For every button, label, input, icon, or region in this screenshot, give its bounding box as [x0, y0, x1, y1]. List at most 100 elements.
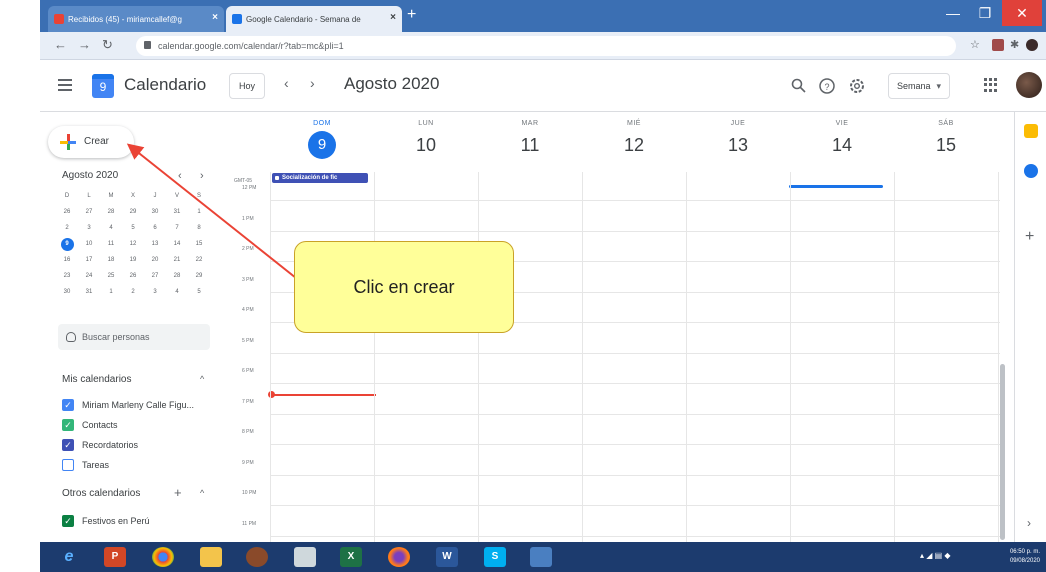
view-select[interactable]: Semana [888, 73, 950, 99]
menu-icon[interactable] [58, 79, 72, 91]
mini-day[interactable]: 20 [144, 254, 166, 267]
checkbox-icon[interactable]: ✓ [62, 419, 74, 431]
search-people-input[interactable]: Buscar personas [58, 324, 210, 350]
create-button[interactable]: Crear [48, 126, 134, 158]
puzzle-icon[interactable]: ✱ [1010, 38, 1019, 52]
tab-gmail[interactable]: Recibidos (45) - miriamcallef@g × [48, 6, 224, 32]
explorer-icon[interactable] [200, 547, 222, 567]
day-number[interactable]: 13 [686, 133, 790, 157]
mini-day[interactable]: 31 [166, 206, 188, 219]
reload-icon[interactable]: ↻ [102, 38, 113, 52]
mini-day[interactable]: 7 [166, 222, 188, 235]
avatar[interactable] [1016, 72, 1042, 98]
checkbox-icon[interactable]: ✓ [62, 399, 74, 411]
mini-day[interactable]: 13 [144, 238, 166, 251]
apps-icon[interactable] [984, 78, 998, 92]
forward-icon[interactable]: → [78, 38, 91, 52]
checkbox-icon[interactable]: ✓ [62, 439, 74, 451]
mini-day[interactable]: 3 [144, 286, 166, 299]
powerpoint-icon[interactable]: P [104, 547, 126, 567]
day-header[interactable]: MIÉ 12 [582, 112, 686, 172]
tab-calendar[interactable]: Google Calendario - Semana de × [226, 6, 402, 32]
mini-day[interactable]: 30 [56, 286, 78, 299]
mini-day[interactable]: 4 [166, 286, 188, 299]
word-icon[interactable]: W [436, 547, 458, 567]
chrome-icon[interactable] [152, 547, 174, 567]
mini-day[interactable]: 26 [122, 270, 144, 283]
day-number[interactable]: 14 [790, 133, 894, 157]
day-number[interactable]: 15 [894, 133, 998, 157]
day-number[interactable]: 11 [478, 133, 582, 157]
add-addon-icon[interactable]: + [1025, 228, 1034, 246]
day-number[interactable]: 9 [308, 131, 336, 159]
browser-menu-icon[interactable]: ⋮ [1042, 38, 1046, 52]
calendar-item[interactable]: ✓ Contacts [62, 418, 118, 432]
mini-day[interactable]: 31 [78, 286, 100, 299]
mini-day[interactable]: 1 [188, 206, 210, 219]
scrollbar[interactable] [1000, 364, 1005, 540]
firefox-icon[interactable] [388, 547, 410, 567]
mini-day[interactable]: 22 [188, 254, 210, 267]
mini-next-icon[interactable]: › [200, 170, 204, 182]
chevron-up-icon[interactable]: ^ [200, 488, 204, 498]
mini-day[interactable]: 9 [60, 238, 74, 251]
close-icon[interactable]: × [390, 12, 396, 23]
mini-day[interactable]: 18 [100, 254, 122, 267]
day-header[interactable]: JUE 13 [686, 112, 790, 172]
mini-day[interactable]: 16 [56, 254, 78, 267]
excel-icon[interactable]: X [340, 547, 362, 567]
profile-icon[interactable] [1026, 39, 1038, 51]
calendar-item[interactable]: ✓ Miriam Marleny Calle Figu... [62, 398, 194, 412]
prev-week-icon[interactable]: ‹ [284, 75, 289, 91]
mini-day[interactable]: 23 [56, 270, 78, 283]
mini-day[interactable]: 29 [188, 270, 210, 283]
mini-day[interactable]: 29 [122, 206, 144, 219]
keep-icon[interactable] [1024, 124, 1038, 138]
mini-day[interactable]: 26 [56, 206, 78, 219]
calendar-item[interactable]: Tareas [62, 458, 109, 472]
mini-day[interactable]: 11 [100, 238, 122, 251]
mini-day[interactable]: 30 [144, 206, 166, 219]
day-number[interactable]: 10 [374, 133, 478, 157]
next-week-icon[interactable]: › [310, 75, 315, 91]
skype-icon[interactable]: S [484, 547, 506, 567]
maximize-button[interactable]: ❐ [972, 0, 998, 26]
today-button[interactable]: Hoy [229, 73, 265, 99]
minimize-button[interactable]: — [940, 0, 966, 26]
mini-day[interactable]: 6 [144, 222, 166, 235]
my-calendars-title[interactable]: Mis calendarios [62, 374, 131, 385]
mini-day[interactable]: 12 [122, 238, 144, 251]
day-header[interactable]: MAR 11 [478, 112, 582, 172]
back-icon[interactable]: ← [54, 38, 67, 52]
mini-day[interactable]: 4 [100, 222, 122, 235]
search-icon[interactable] [790, 77, 808, 95]
day-header[interactable]: LUN 10 [374, 112, 478, 172]
settings-icon[interactable] [848, 77, 866, 95]
mini-day[interactable]: 2 [122, 286, 144, 299]
mini-day[interactable]: 24 [78, 270, 100, 283]
mini-day[interactable]: 21 [166, 254, 188, 267]
mini-prev-icon[interactable]: ‹ [178, 170, 182, 182]
all-day-event[interactable]: Socialización de fic [272, 173, 368, 183]
window-icon[interactable] [530, 547, 552, 567]
window-close-button[interactable]: ✕ [1002, 0, 1042, 26]
chevron-up-icon[interactable]: ^ [200, 374, 204, 384]
mini-day[interactable]: 2 [56, 222, 78, 235]
mini-day[interactable]: 5 [122, 222, 144, 235]
close-icon[interactable]: × [212, 12, 218, 23]
day-header[interactable]: SÁB 15 [894, 112, 998, 172]
url-input[interactable]: calendar.google.com/calendar/r?tab=mc&pl… [136, 36, 956, 56]
extension-icon[interactable] [992, 39, 1004, 51]
mini-day[interactable]: 15 [188, 238, 210, 251]
mini-day[interactable]: 27 [78, 206, 100, 219]
tray-icons[interactable]: ▴ ◢ ▤ ◆ [920, 551, 951, 560]
chevron-right-icon[interactable]: › [1027, 516, 1031, 530]
tasks-icon[interactable] [1024, 164, 1038, 178]
mini-day[interactable]: 19 [122, 254, 144, 267]
add-calendar-icon[interactable]: + [174, 485, 182, 500]
notepad-icon[interactable] [294, 547, 316, 567]
mini-day[interactable]: 14 [166, 238, 188, 251]
mini-day[interactable]: 5 [188, 286, 210, 299]
mini-day[interactable]: 25 [100, 270, 122, 283]
day-header[interactable]: VIE 14 [790, 112, 894, 172]
